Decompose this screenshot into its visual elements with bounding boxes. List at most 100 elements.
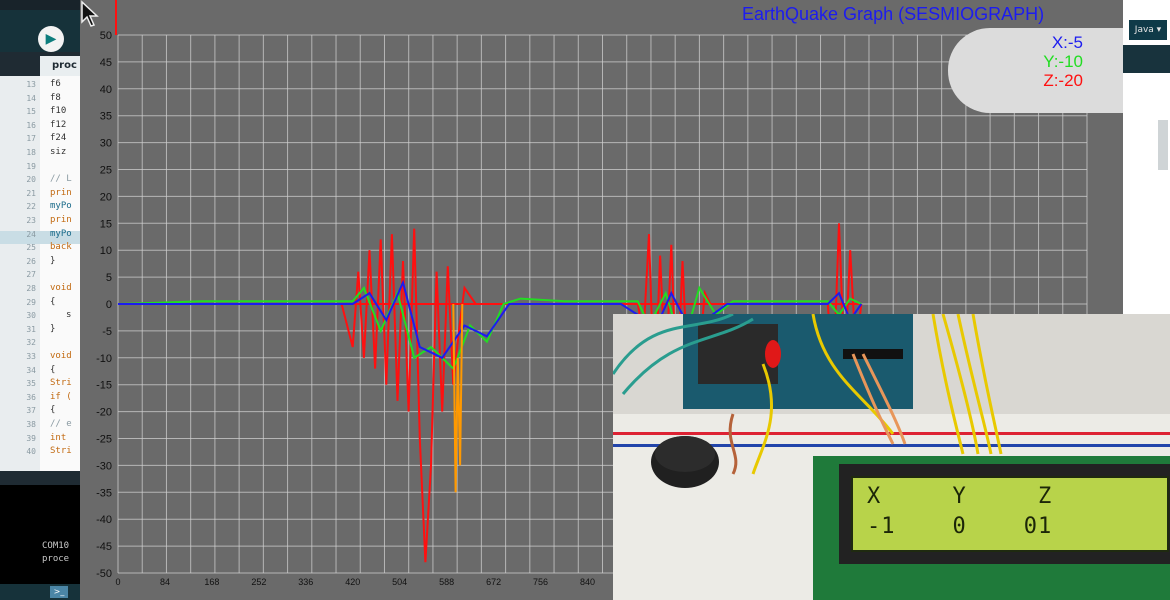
terminal-icon[interactable]: >_ (50, 586, 68, 598)
line-number: 31 (26, 324, 36, 334)
y-tick-label: -20 (96, 407, 112, 419)
scrollbar[interactable] (1158, 120, 1168, 170)
line-number: 38 (26, 420, 36, 429)
line-number: 26 (26, 256, 36, 266)
line-number: 27 (26, 270, 36, 280)
legend-z: Z:-20 (1043, 71, 1083, 90)
code-line: prin (50, 187, 72, 198)
language-select[interactable]: Java ▾ (1129, 20, 1167, 40)
code-line: } (50, 323, 56, 334)
y-tick-label: 30 (100, 138, 112, 150)
console-line: COM10 (42, 541, 70, 551)
graph-title: EarthQuake Graph (SESMIOGRAPH) (742, 4, 1045, 24)
code-line: int (50, 432, 67, 443)
line-number: 22 (26, 202, 36, 212)
line-number: 28 (26, 284, 36, 293)
code-line: f8 (50, 92, 61, 103)
console-panel: COM10 proce (0, 485, 80, 600)
code-line: { (50, 296, 56, 307)
x-tick-label: 168 (204, 577, 219, 587)
y-tick-label: -45 (96, 541, 112, 553)
y-tick-label: -30 (96, 460, 112, 472)
code-line: siz (50, 147, 67, 157)
run-button[interactable]: ▶ (38, 26, 64, 52)
lcd-screen: X Y Z -1 0 01 (851, 476, 1169, 552)
code-line: Stri (50, 446, 72, 457)
x-tick-label: 420 (345, 577, 360, 587)
play-icon: ▶ (45, 31, 57, 47)
code-line: { (50, 405, 56, 416)
line-number: 39 (26, 433, 36, 443)
editor-tab[interactable]: proc (40, 56, 80, 76)
console-line: proce (42, 554, 70, 564)
x-tick-label: 840 (580, 577, 595, 587)
code-line: myPo (50, 228, 72, 239)
line-number: 24 (26, 229, 36, 239)
x-tick-label: 504 (392, 577, 407, 587)
line-number: 30 (26, 311, 36, 321)
code-line: back (50, 242, 72, 253)
y-tick-label: 20 (100, 191, 112, 203)
y-tick-label: 5 (106, 272, 112, 284)
y-tick-label: -10 (96, 353, 112, 365)
code-line: f10 (50, 106, 67, 117)
line-number: 20 (26, 175, 36, 185)
line-number: 32 (26, 338, 36, 348)
code-editor[interactable]: 13 14 15 16 17 18 19 20 21 22 23 24 25 26 27 28 29 30 31 32… (0, 76, 80, 471)
x-tick-label: 84 (160, 577, 170, 587)
line-number: 35 (26, 379, 36, 389)
y-tick-label: -15 (96, 380, 112, 392)
y-tick-label: -5 (102, 326, 112, 338)
code-line: myPo (50, 201, 72, 212)
legend-y: Y:-10 (1043, 52, 1083, 71)
line-number: 36 (26, 392, 36, 402)
red-led (765, 340, 781, 368)
right-panel-toolbar (1123, 45, 1170, 73)
line-number: 17 (26, 134, 36, 144)
code-line: void (50, 351, 72, 361)
line-number: 37 (26, 406, 36, 416)
ide-window: ▶ proc 13 14 15 16 17 18 19 20 21 22 23 24 25 26 27 28 2… (0, 0, 80, 600)
ide-toolbar: ▶ (0, 10, 80, 52)
code-line: // e (50, 419, 72, 429)
y-tick-label: 25 (100, 165, 112, 177)
hardware-photo-drawing (613, 314, 1170, 600)
line-number: 21 (26, 188, 36, 198)
code-line: f24 (50, 133, 67, 144)
y-tick-label: 10 (100, 245, 112, 257)
ide-menu-bar[interactable] (0, 0, 80, 10)
x-tick-label: 336 (298, 577, 313, 587)
code-line: s (66, 310, 72, 321)
x-tick-label: 588 (439, 577, 454, 587)
code-line: } (50, 255, 56, 266)
x-tick-label: 672 (486, 577, 501, 587)
y-tick-label: -25 (96, 434, 112, 446)
line-number: 16 (26, 120, 36, 130)
legend-x: X:-5 (1051, 33, 1083, 52)
line-number: 40 (26, 447, 36, 457)
code-line: // L (50, 174, 72, 185)
y-tick-label: 45 (100, 57, 112, 69)
code-line: void (50, 283, 72, 293)
legend: X:-5 Y:-10 Z:-20 (948, 28, 1123, 113)
line-number: 18 (26, 148, 36, 157)
y-tick-label: -50 (96, 568, 112, 580)
mouse-cursor-icon (81, 0, 99, 27)
y-tick-label: 40 (100, 84, 112, 96)
line-number: 15 (26, 107, 36, 117)
lcd-row-2: -1 0 01 (867, 514, 1053, 539)
x-tick-label: 252 (251, 577, 266, 587)
x-tick-label: 756 (533, 577, 548, 587)
lcd-row-1: X Y Z (867, 484, 1053, 509)
right-panel: Java ▾ (1123, 0, 1170, 315)
code-line: f12 (50, 119, 67, 130)
y-tick-label: -40 (96, 514, 112, 526)
y-tick-label: 35 (100, 111, 112, 123)
ide-statusbar: >_ (0, 584, 80, 600)
line-number: 14 (26, 93, 36, 103)
code-line: Stri (50, 378, 72, 389)
x-tick-label: 0 (115, 577, 120, 587)
line-number: 33 (26, 352, 36, 361)
hardware-photo: X Y Z -1 0 01 (613, 314, 1170, 600)
code-line: { (50, 364, 56, 375)
